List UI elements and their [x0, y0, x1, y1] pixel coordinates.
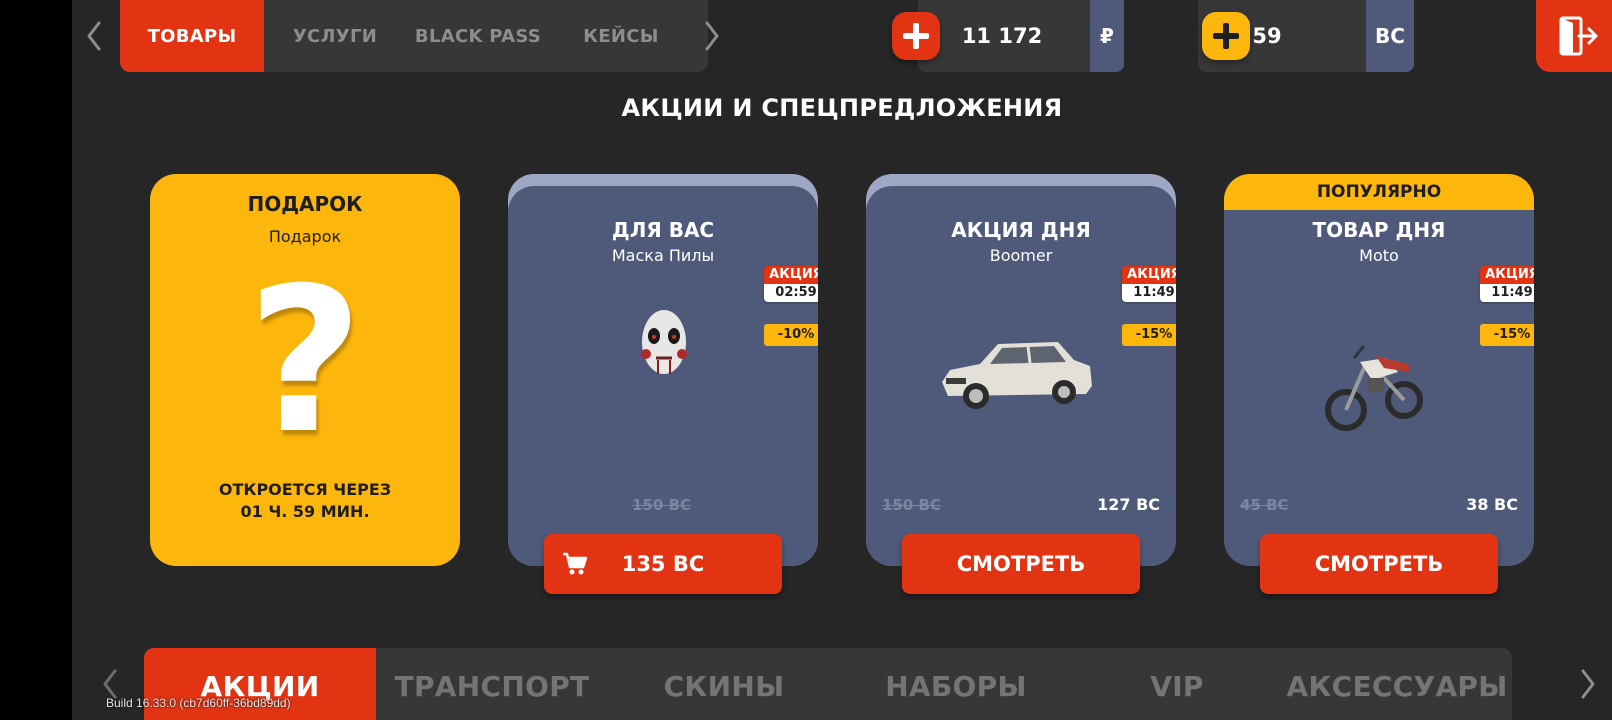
new-price: 127 BC [1097, 495, 1160, 514]
promo-tag: АКЦИЯ 02:59 [764, 266, 818, 302]
category-accessories[interactable]: АКСЕССУАРЫ [1282, 648, 1512, 720]
discount-badge: -15% [1480, 324, 1534, 346]
build-version: Build 16.33.0 (cb7d60ff-36bd89dd) [106, 696, 291, 710]
plus-icon [903, 23, 929, 49]
add-rub-button[interactable] [892, 12, 940, 60]
exit-door-icon [1559, 16, 1598, 56]
chevron-left-icon [87, 21, 101, 51]
categories-next-arrow[interactable] [1576, 666, 1600, 702]
promo-timer: 11:49 [1480, 284, 1534, 302]
promo-tag: АКЦИЯ 11:49 [1480, 266, 1534, 302]
gift-opens-label: ОТКРОЕТСЯ ЧЕРЕЗ [218, 480, 392, 499]
old-price: 45 BC [1240, 496, 1289, 514]
promo-timer: 02:59 [764, 284, 818, 302]
for-you-card[interactable]: ДЛЯ ВАС Маска Пилы АКЦИЯ 02:59 -10% 150 … [508, 174, 818, 566]
promo-label: АКЦИЯ [1122, 266, 1176, 284]
add-bc-button[interactable] [1202, 12, 1250, 60]
category-bar: АКЦИИ ТРАНСПОРТ СКИНЫ НАБОРЫ VIP АКСЕССУ… [144, 648, 1512, 720]
deal-card-subtitle: Boomer [989, 246, 1053, 265]
chevron-left-icon [103, 669, 117, 699]
section-title-text: АКЦИИ И СПЕЦПРЕДЛОЖЕНИЯ [621, 94, 1063, 122]
tab-black-pass[interactable]: BLACK PASS [406, 0, 550, 72]
item-card-title: ТОВАР ДНЯ [1312, 218, 1446, 242]
rub-amount: 11 172 [961, 24, 1043, 48]
for-you-card-subtitle: Маска Пилы [611, 246, 715, 265]
top-tabs-prev-arrow[interactable] [82, 18, 106, 54]
cart-icon [563, 552, 588, 575]
gift-card-title: ПОДАРОК [247, 192, 363, 216]
item-card-subtitle: Moto [1359, 246, 1399, 265]
view-deal-button[interactable]: СМОТРЕТЬ [902, 534, 1140, 594]
car-image [942, 342, 1092, 409]
deal-card-title: АКЦИЯ ДНЯ [951, 218, 1091, 242]
question-mark-icon: ? [246, 245, 363, 478]
tab-goods[interactable]: ТОВАРЫ [120, 0, 264, 72]
category-skins[interactable]: СКИНЫ [608, 648, 840, 720]
motorcycle-image [1325, 345, 1423, 431]
promo-tag: АКЦИЯ 11:49 [1122, 266, 1176, 302]
view-item-button[interactable]: СМОТРЕТЬ [1260, 534, 1498, 594]
rub-balance: 11 172 ₽ [918, 0, 1124, 72]
buy-button[interactable]: 135 BC [544, 534, 782, 594]
promo-label: АКЦИЯ [764, 266, 818, 284]
old-price: 150 BC [882, 496, 941, 514]
top-tabs: ТОВАРЫ УСЛУГИ BLACK PASS КЕЙСЫ [120, 0, 708, 72]
category-transport[interactable]: ТРАНСПОРТ [376, 648, 608, 720]
gift-card[interactable]: ПОДАРОК Подарок ? ОТКРОЕТСЯ ЧЕРЕЗ 01 Ч. … [150, 174, 460, 566]
tab-services[interactable]: УСЛУГИ [264, 0, 406, 72]
chevron-right-icon [1581, 669, 1595, 699]
category-bundles[interactable]: НАБОРЫ [840, 648, 1072, 720]
rub-symbol: ₽ [1090, 0, 1124, 72]
promo-timer: 11:49 [1122, 284, 1176, 302]
shop-screen: ТОВАРЫ УСЛУГИ BLACK PASS КЕЙСЫ 11 172 ₽ … [72, 0, 1612, 720]
chevron-right-icon [705, 21, 719, 51]
popular-ribbon: ПОПУЛЯРНО [1224, 174, 1534, 210]
discount-badge: -10% [764, 324, 818, 346]
item-of-day-card[interactable]: ПОПУЛЯРНО ТОВАР ДНЯ Moto АКЦИЯ 11:49 -15… [1224, 174, 1534, 566]
exit-button[interactable] [1536, 0, 1612, 72]
category-vip[interactable]: VIP [1072, 648, 1282, 720]
old-price: 150 BC [632, 496, 691, 514]
promo-label: АКЦИЯ [1480, 266, 1534, 284]
deal-of-day-card[interactable]: АКЦИЯ ДНЯ Boomer АКЦИЯ 11:49 -15% 150 BC… [866, 174, 1176, 566]
top-tabs-next-arrow[interactable] [700, 18, 724, 54]
saw-mask-image [641, 310, 687, 374]
buy-button-label: 135 BC [621, 552, 705, 576]
for-you-card-title: ДЛЯ ВАС [611, 218, 715, 242]
gift-card-subtitle: Подарок [268, 227, 342, 246]
new-price: 38 BC [1466, 495, 1518, 514]
gift-opens-time: 01 Ч. 59 МИН. [240, 502, 370, 521]
tab-cases[interactable]: КЕЙСЫ [550, 0, 692, 72]
bc-symbol: BC [1366, 0, 1414, 72]
plus-icon [1213, 23, 1239, 49]
section-title: АКЦИИ И СПЕЦПРЕДЛОЖЕНИЯ [72, 94, 1612, 122]
discount-badge: -15% [1122, 324, 1176, 346]
